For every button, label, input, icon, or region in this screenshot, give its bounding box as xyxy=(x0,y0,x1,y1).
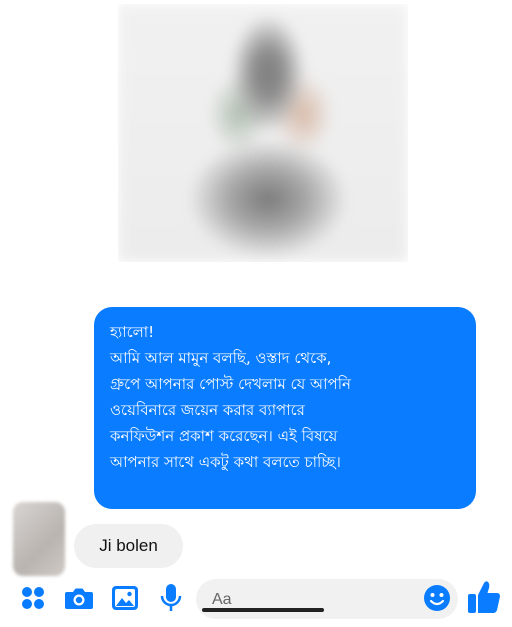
shared-photo[interactable] xyxy=(118,4,408,262)
outgoing-message-bubble[interactable]: হ্যালো! আমি আল মামুন বলছি, ওস্তাদ থেকে, … xyxy=(94,307,476,509)
microphone-icon[interactable] xyxy=(155,582,187,614)
chat-screen: হ্যালো! আমি আল মামুন বলছি, ওস্তাদ থেকে, … xyxy=(0,0,512,627)
message-composer xyxy=(0,576,512,627)
camera-icon[interactable] xyxy=(63,582,95,614)
message-line: আপনার সাথে একটু কথা বলতে চাচ্ছি। xyxy=(110,453,341,471)
message-line: কনফিউশন প্রকাশ করেছেন। এই বিষয়ে xyxy=(110,427,338,445)
blurred-photo-content xyxy=(118,4,408,262)
message-line: গ্রুপে আপনার পোস্ট দেখলাম যে আপনি xyxy=(110,375,351,393)
incoming-message-bubble[interactable]: Ji bolen xyxy=(74,524,183,568)
message-line: আমি আল মামুন বলছি, ওস্তাদ থেকে, xyxy=(110,349,332,367)
message-line: ওয়েবিনারে জয়েন করার ব্যাপারে xyxy=(110,401,305,419)
thumbs-up-icon[interactable] xyxy=(466,578,502,616)
emoji-icon[interactable] xyxy=(421,582,453,614)
message-line: হ্যালো! xyxy=(110,323,155,341)
contact-avatar[interactable] xyxy=(13,502,65,576)
message-input[interactable] xyxy=(210,579,414,621)
message-input-pill[interactable] xyxy=(196,579,458,621)
apps-icon[interactable] xyxy=(17,582,49,614)
image-icon[interactable] xyxy=(109,582,141,614)
home-indicator xyxy=(202,608,324,612)
